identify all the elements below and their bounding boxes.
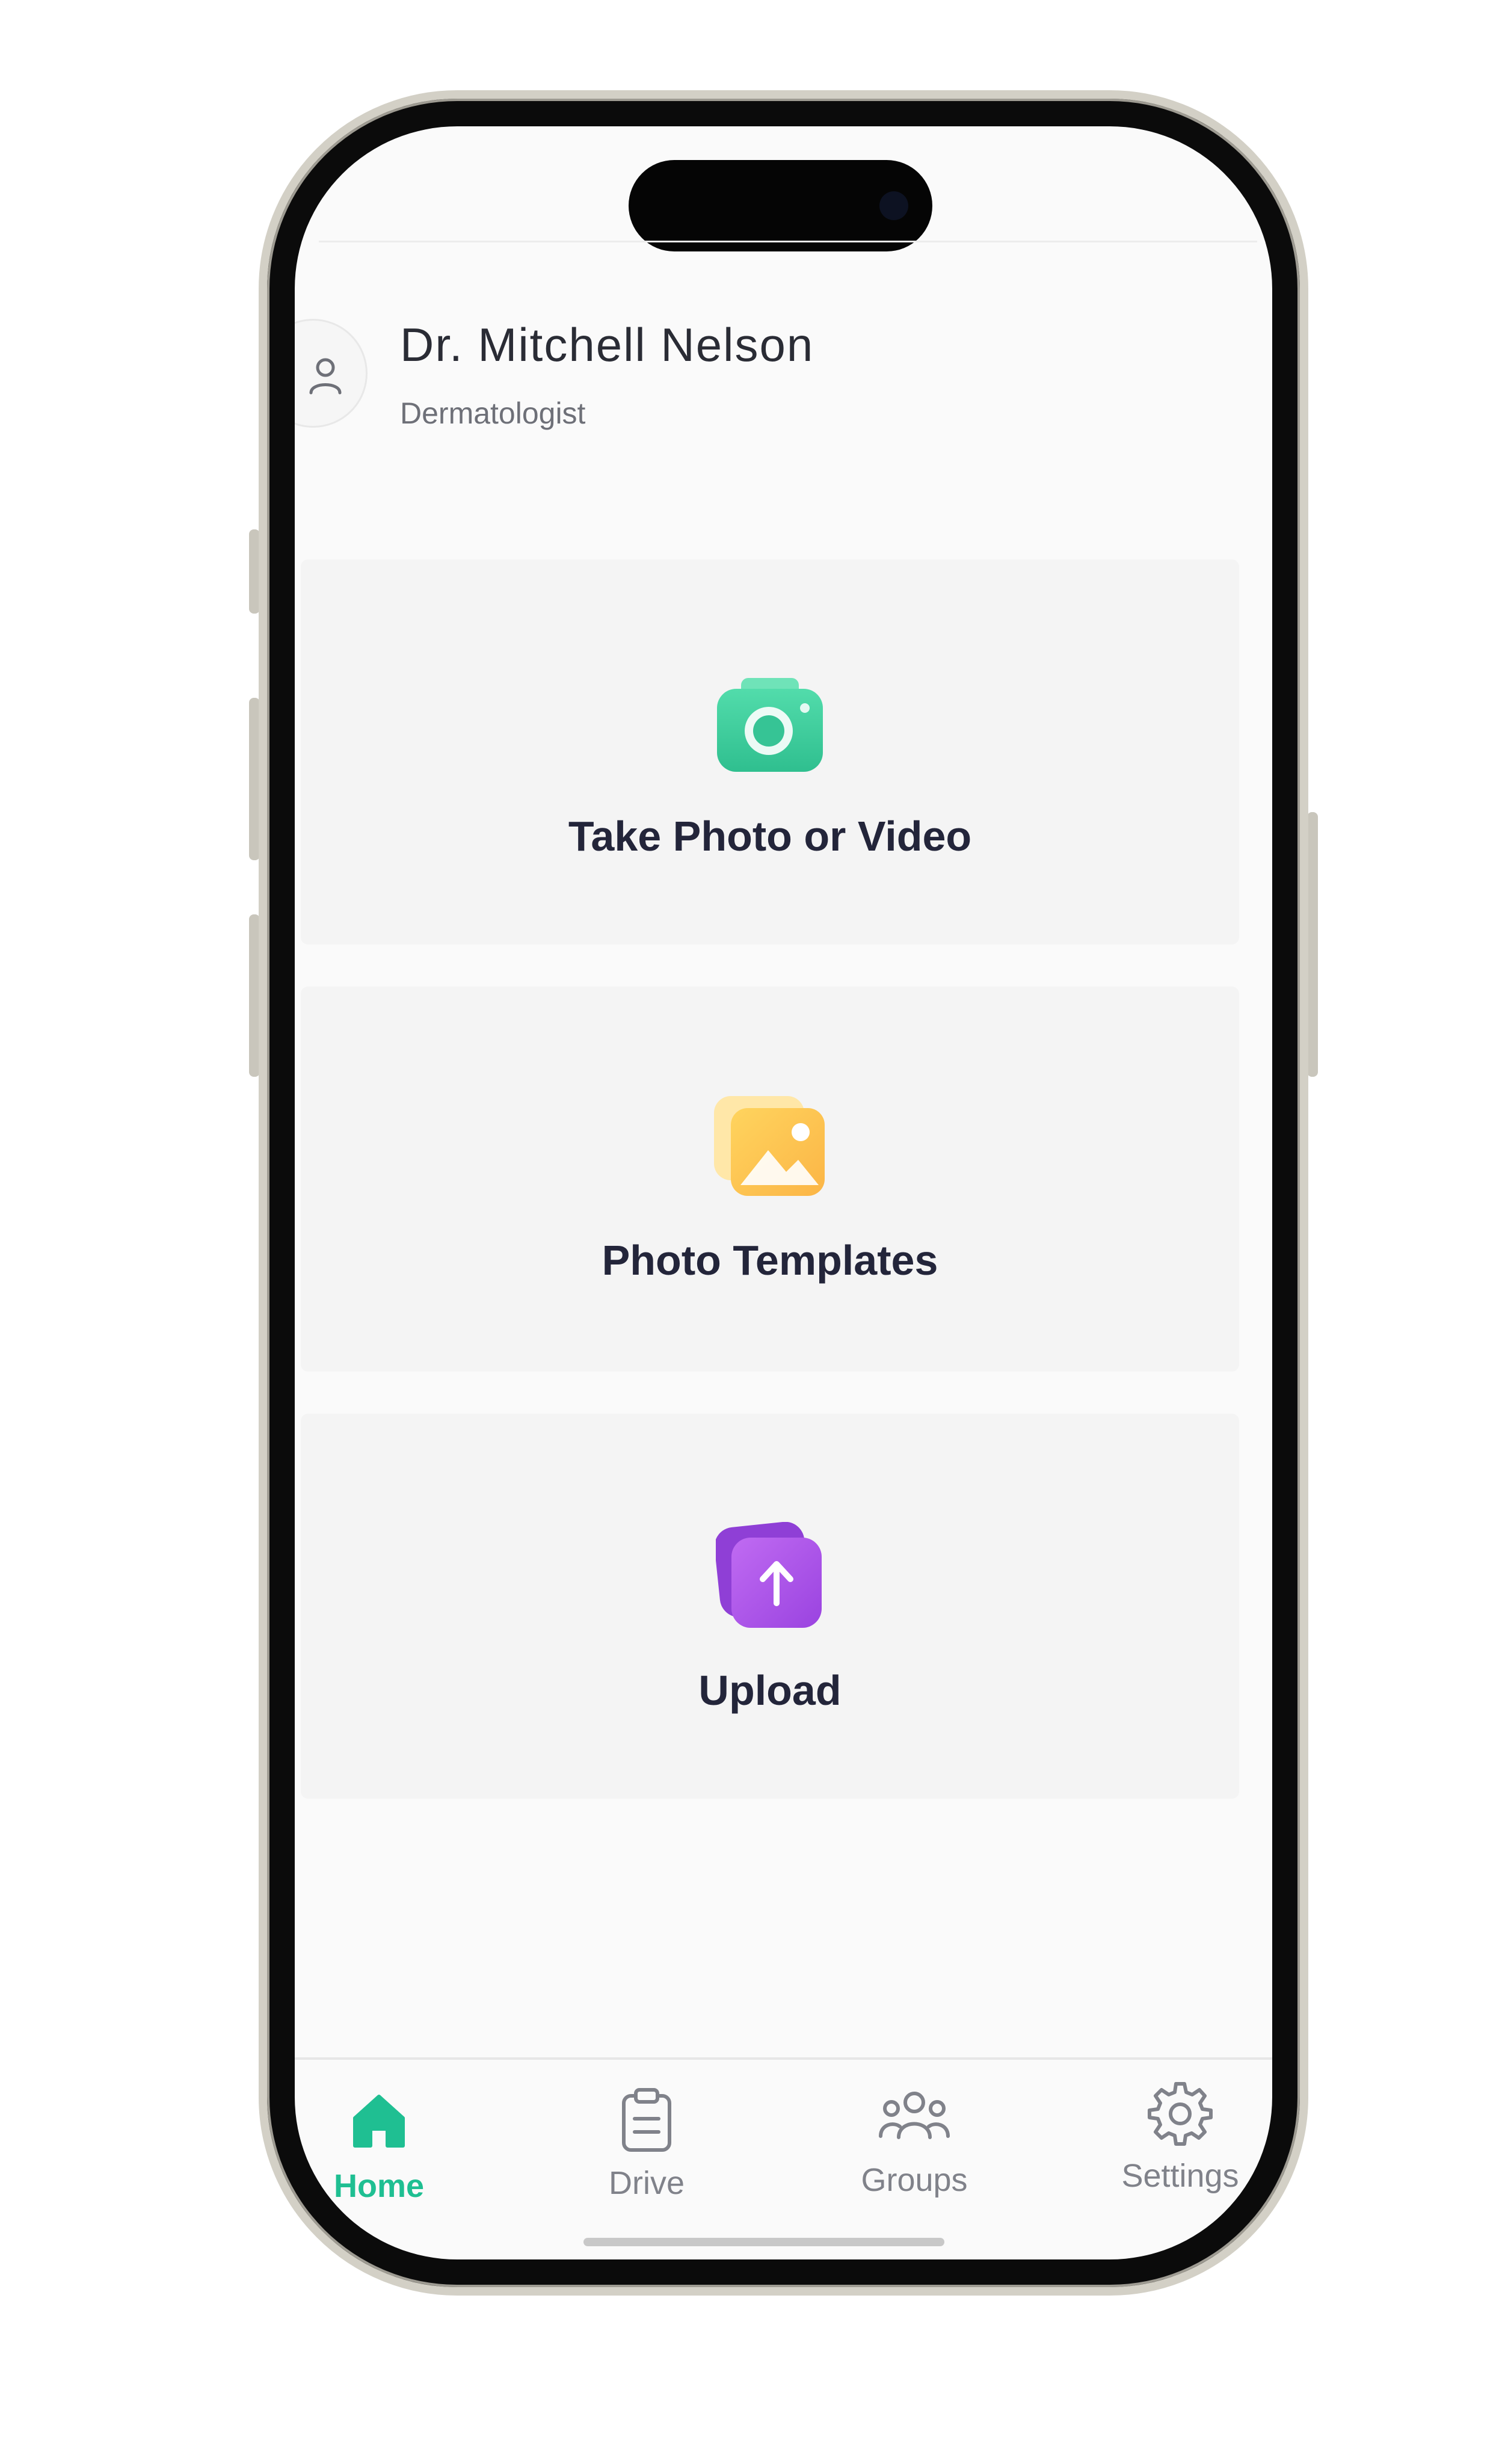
page: Dr. Mitchell Nelson Dermatologist Take P… [0,0,1508,2464]
photo-templates-card[interactable]: Photo Templates [301,987,1239,1372]
front-camera [879,191,908,220]
tab-settings-label: Settings [1121,2158,1239,2194]
doctor-role: Dermatologist [400,396,586,430]
tab-groups[interactable]: Groups [824,2072,1005,2211]
home-indicator[interactable] [583,2238,944,2246]
upload-icon [716,1522,822,1628]
tab-home-label: Home [333,2168,425,2204]
gear-icon [1148,2082,1213,2146]
group-icon [879,2092,950,2139]
phone-screen: Dr. Mitchell Nelson Dermatologist Take P… [295,126,1272,2259]
status-divider [319,241,1257,242]
upload-card[interactable]: Upload [301,1414,1239,1799]
tab-groups-label: Groups [861,2162,968,2198]
take-photo-label: Take Photo or Video [568,813,972,860]
tab-settings[interactable]: Settings [1090,2068,1270,2207]
take-photo-card[interactable]: Take Photo or Video [301,559,1239,944]
home-icon [353,2095,405,2148]
clipboard-icon [622,2088,671,2152]
image-icon [714,1096,825,1196]
tab-home[interactable]: Home [295,2078,469,2217]
tab-drive[interactable]: Drive [556,2075,737,2214]
camera-icon [717,678,823,772]
upload-label: Upload [698,1667,842,1714]
tab-drive-label: Drive [608,2165,685,2201]
user-icon [309,358,342,395]
dynamic-island [629,160,932,251]
power-button [1307,812,1318,1077]
avatar[interactable] [295,319,368,428]
photo-templates-label: Photo Templates [602,1237,938,1284]
tab-bar-divider [295,2057,1272,2060]
doctor-name: Dr. Mitchell Nelson [400,318,814,371]
